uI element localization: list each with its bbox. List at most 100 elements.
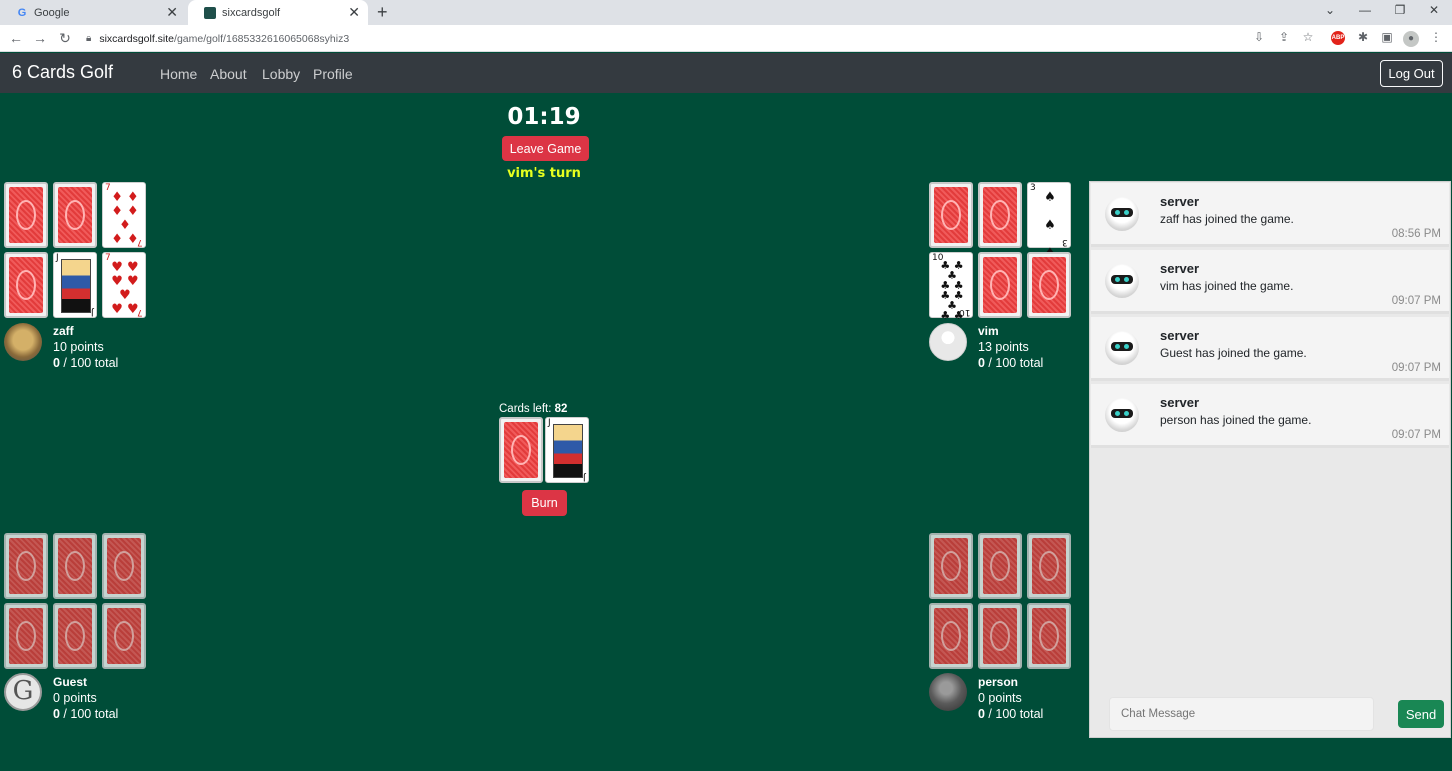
chat-text: person has joined the game.	[1160, 413, 1312, 427]
card-back[interactable]	[929, 603, 973, 669]
player-total-suffix: / 100 total	[984, 356, 1044, 370]
card-back[interactable]	[978, 603, 1022, 669]
draw-pile[interactable]	[499, 417, 543, 483]
leave-game-button[interactable]: Leave Game	[502, 136, 589, 161]
lock-icon: 🔒︎	[86, 33, 92, 44]
chat-time: 09:07 PM	[1391, 429, 1441, 441]
card-back[interactable]	[1027, 533, 1071, 599]
url-path: /game/golf/1685332616065068syhiz3	[174, 32, 350, 45]
chat-time: 09:07 PM	[1391, 295, 1441, 307]
nav-profile[interactable]: Profile	[313, 66, 353, 82]
bookmark-star-icon[interactable]: ☆	[1300, 30, 1316, 44]
burn-button[interactable]: Burn	[522, 490, 567, 516]
card-back[interactable]	[4, 182, 48, 248]
player-total-score: 0	[53, 707, 60, 721]
logout-button[interactable]: Log Out	[1380, 60, 1443, 87]
player-total-suffix: / 100 total	[984, 707, 1044, 721]
card-back[interactable]	[4, 603, 48, 669]
discard-pile-jack-of-spades[interactable]: JJ	[545, 417, 589, 483]
forward-icon[interactable]: →	[32, 30, 48, 46]
card-back[interactable]	[4, 252, 48, 318]
card-10-of-clubs[interactable]: 10 ♣ ♣ ♣ ♣ ♣ ♣ ♣ ♣ ♣ ♣ 10	[929, 252, 973, 321]
extensions-puzzle-icon[interactable]: ✱	[1355, 30, 1371, 44]
reload-icon[interactable]: ↻	[57, 30, 73, 47]
player-points: 10 points	[53, 340, 104, 354]
card-back[interactable]	[53, 533, 97, 599]
chat-message: server Guest has joined the game. 09:07 …	[1091, 317, 1449, 381]
profile-icon[interactable]: ●	[1403, 31, 1419, 47]
card-back[interactable]	[102, 533, 146, 599]
adblock-extension-icon[interactable]: ABP	[1331, 31, 1345, 45]
brand-link[interactable]: 6 Cards Golf	[12, 62, 113, 83]
install-icon[interactable]: ⇩	[1251, 30, 1267, 44]
chat-message: server vim has joined the game. 09:07 PM	[1091, 250, 1449, 314]
browser-tab-google[interactable]: G Google ✕	[0, 0, 186, 25]
card-back[interactable]	[978, 252, 1022, 318]
player-points: 13 points	[978, 340, 1029, 354]
site-navbar: 6 Cards Golf Home About Lobby Profile Lo…	[0, 53, 1452, 93]
chat-time: 09:07 PM	[1391, 362, 1441, 374]
player-total-suffix: / 100 total	[59, 707, 119, 721]
card-back[interactable]	[53, 182, 97, 248]
minimize-icon[interactable]: —	[1356, 3, 1374, 17]
window-close-icon[interactable]: ✕	[1425, 3, 1443, 17]
player-points: 0 points	[53, 691, 97, 705]
side-panel-icon[interactable]: ▣	[1379, 30, 1395, 44]
close-icon[interactable]: ✕	[166, 5, 178, 19]
url-host: sixcardsgolf.site	[99, 32, 175, 45]
chat-panel: server zaff has joined the game. 08:56 P…	[1089, 181, 1451, 738]
browser-tab-sixcardsgolf[interactable]: sixcardsgolf ✕	[188, 0, 368, 25]
card-back[interactable]	[929, 533, 973, 599]
chat-message: server zaff has joined the game. 08:56 P…	[1091, 183, 1449, 247]
chat-message-input[interactable]	[1109, 697, 1374, 731]
card-back[interactable]	[1027, 603, 1071, 669]
player-total: 0 / 100 total	[53, 706, 118, 722]
robot-avatar-icon	[1105, 398, 1139, 432]
url-bar[interactable]: 🔒︎ sixcardsgolf.site/game/golf/168533261…	[86, 29, 1246, 48]
chat-sender: server	[1160, 261, 1200, 276]
card-7-of-hearts[interactable]: 7 ♥ ♥ ♥ ♥ ♥ ♥ ♥ 7	[102, 252, 146, 318]
card-back[interactable]	[102, 603, 146, 669]
chat-message: server person has joined the game. 09:07…	[1091, 384, 1449, 448]
browser-toolbar: ← → ↻ 🔒︎ sixcardsgolf.site/game/golf/168…	[0, 25, 1452, 52]
chat-time: 08:56 PM	[1391, 228, 1441, 240]
chat-sender: server	[1160, 194, 1200, 209]
card-back[interactable]	[978, 182, 1022, 248]
player-avatar	[929, 673, 967, 711]
player-total-score: 0	[53, 356, 60, 370]
player-name: vim	[978, 324, 999, 338]
card-back[interactable]	[929, 182, 973, 248]
browser-tabstrip: G Google ✕ sixcardsgolf ✕ + ⌄ — ❐ ✕	[0, 0, 1452, 25]
chat-text: Guest has joined the game.	[1160, 346, 1307, 360]
chat-text: zaff has joined the game.	[1160, 212, 1294, 226]
nav-lobby[interactable]: Lobby	[262, 66, 300, 82]
card-back[interactable]	[4, 533, 48, 599]
chat-sender: server	[1160, 328, 1200, 343]
cards-left-text: Cards left:	[499, 403, 552, 415]
player-total: 0 / 100 total	[53, 355, 118, 371]
card-7-of-diamonds[interactable]: 7 ♦ ♦ ♦ ♦ ♦ ♦ ♦ 7	[102, 182, 146, 248]
back-icon[interactable]: ←	[8, 30, 24, 46]
card-back[interactable]	[978, 533, 1022, 599]
nav-about[interactable]: About	[210, 66, 247, 82]
player-name: zaff	[53, 324, 74, 338]
more-menu-icon[interactable]: ⋮	[1428, 30, 1444, 44]
tab-search-icon[interactable]: ⌄	[1321, 3, 1339, 17]
turn-indicator: vim's turn	[507, 166, 581, 181]
nav-home[interactable]: Home	[160, 66, 197, 82]
player-name: Guest	[53, 675, 88, 689]
card-back[interactable]	[53, 603, 97, 669]
cards-left-count: 82	[554, 403, 568, 415]
restore-icon[interactable]: ❐	[1391, 3, 1409, 17]
player-name: person	[978, 675, 1019, 689]
card-3-of-spades[interactable]: 3♠♠♠3	[1027, 182, 1071, 261]
send-button[interactable]: Send	[1398, 700, 1444, 728]
close-icon[interactable]: ✕	[348, 5, 360, 19]
player-avatar	[929, 323, 967, 361]
card-back[interactable]	[1027, 252, 1071, 318]
new-tab-icon[interactable]: +	[377, 2, 388, 23]
player-total-score: 0	[978, 356, 985, 370]
player-total: 0 / 100 total	[978, 355, 1043, 371]
card-jack-of-spades[interactable]: JJ	[53, 252, 97, 318]
share-icon[interactable]: ⇪	[1276, 30, 1292, 44]
